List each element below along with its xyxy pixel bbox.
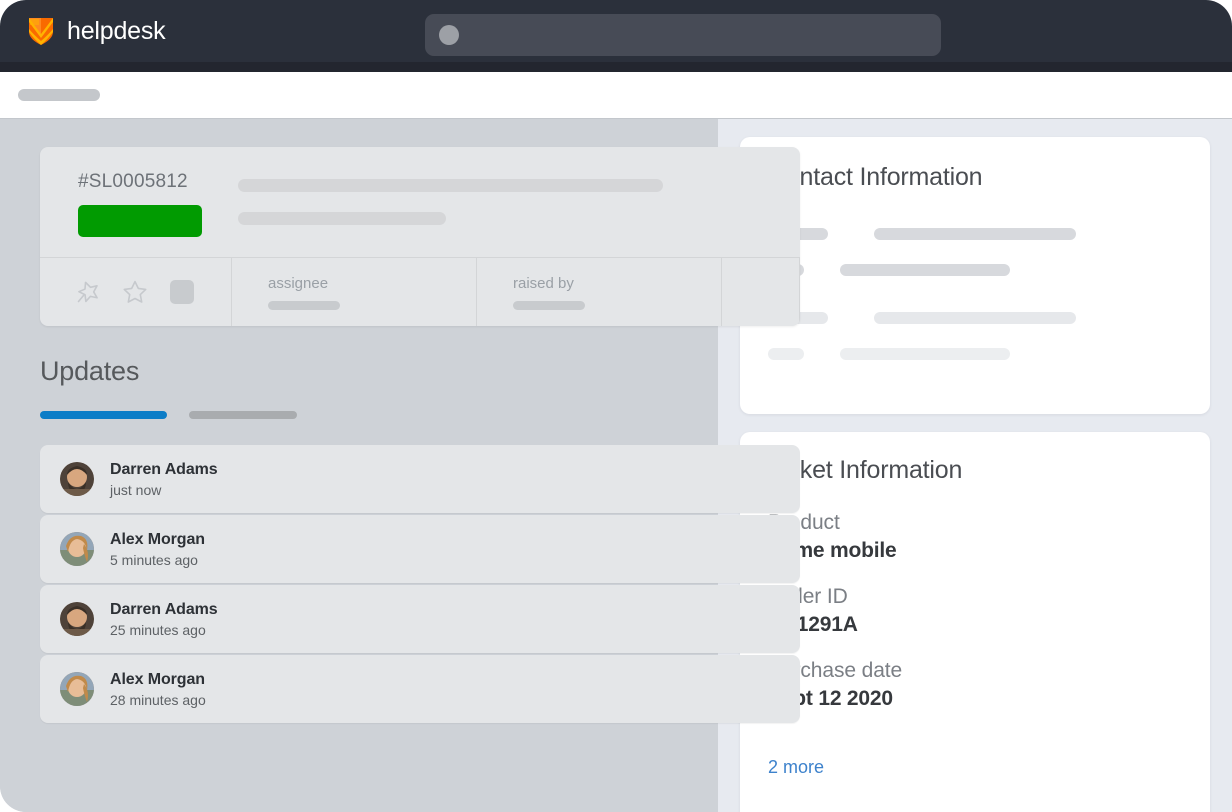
avatar <box>60 672 94 706</box>
field-label: Order ID <box>768 585 1182 609</box>
ticket-header-top: #SL0005812 <box>40 147 800 257</box>
field-label: Purchase date <box>768 659 1182 683</box>
ticket-action-icons <box>40 258 232 326</box>
contact-row <box>768 264 1182 276</box>
search-input[interactable] <box>425 14 941 56</box>
page-title: Updates <box>40 356 718 387</box>
fox-shield-logo-icon <box>26 16 56 46</box>
ticket-header-card: #SL0005812 <box>40 147 800 326</box>
update-timestamp: 28 minutes ago <box>110 692 206 708</box>
updates-tabs <box>40 411 718 419</box>
search-avatar-placeholder-icon <box>439 25 459 45</box>
raised-by-field[interactable]: raised by <box>477 258 722 326</box>
tab-updates-inactive[interactable] <box>189 411 297 419</box>
field-label: Product <box>768 511 1182 535</box>
contact-value-skeleton <box>840 264 1010 276</box>
ticket-field-order-id: Order ID BX1291A <box>768 585 1182 637</box>
avatar <box>60 532 94 566</box>
assignee-label: assignee <box>268 275 328 292</box>
contact-value-skeleton <box>840 348 1010 360</box>
avatar <box>60 602 94 636</box>
update-timestamp: 25 minutes ago <box>110 622 218 638</box>
ticket-field-purchase-date: Purchase date Sept 12 2020 <box>768 659 1182 711</box>
main-content-column: #SL0005812 <box>0 119 718 812</box>
update-timestamp: 5 minutes ago <box>110 552 205 568</box>
assignee-field[interactable]: assignee <box>232 258 477 326</box>
contact-information-panel: Contact Information <box>740 137 1210 414</box>
brand-name: helpdesk <box>67 17 165 46</box>
update-text: Darren Adams just now <box>110 461 218 498</box>
avatar <box>60 462 94 496</box>
raised-by-label: raised by <box>513 275 574 292</box>
contact-row <box>768 228 1182 240</box>
field-value: Sept 12 2020 <box>768 687 1182 711</box>
update-text: Darren Adams 25 minutes ago <box>110 601 218 638</box>
star-icon[interactable] <box>122 279 148 305</box>
update-timestamp: just now <box>110 482 218 498</box>
skeleton-line <box>238 212 446 225</box>
tab-updates-active[interactable] <box>40 411 167 419</box>
pin-icon[interactable] <box>74 279 100 305</box>
list-item[interactable]: Alex Morgan 5 minutes ago <box>40 515 800 583</box>
subheader-bar <box>0 72 1232 119</box>
brand[interactable]: helpdesk <box>26 16 165 46</box>
list-item[interactable]: Darren Adams 25 minutes ago <box>40 585 800 653</box>
ticket-title-skeleton <box>238 171 800 225</box>
list-item[interactable]: Alex Morgan 28 minutes ago <box>40 655 800 723</box>
skeleton-line <box>238 179 663 192</box>
square-placeholder-icon[interactable] <box>170 280 194 304</box>
page-body: #SL0005812 <box>0 119 1232 812</box>
status-badge[interactable] <box>78 205 202 237</box>
contact-value-skeleton <box>874 228 1076 240</box>
meta-overflow-cell <box>722 258 800 326</box>
show-more-link[interactable]: 2 more <box>768 757 824 778</box>
ticket-meta-row: assignee raised by <box>40 257 800 326</box>
assignee-value <box>268 301 340 310</box>
contact-value-skeleton <box>874 312 1076 324</box>
update-author: Alex Morgan <box>110 671 206 689</box>
field-value: Acme mobile <box>768 539 1182 563</box>
contact-row <box>768 348 1182 360</box>
ticket-panel-title: Ticket Information <box>768 456 1182 485</box>
app-frame-inner: helpdesk #SL0005812 <box>0 0 1232 812</box>
update-text: Alex Morgan 28 minutes ago <box>110 671 206 708</box>
contact-key-skeleton <box>768 348 804 360</box>
list-item[interactable]: Darren Adams just now <box>40 445 800 513</box>
raised-by-value <box>513 301 585 310</box>
app-window: helpdesk #SL0005812 <box>0 0 1232 812</box>
field-value: BX1291A <box>768 613 1182 637</box>
update-text: Alex Morgan 5 minutes ago <box>110 531 205 568</box>
ticket-field-product: Product Acme mobile <box>768 511 1182 563</box>
top-navigation-bar: helpdesk <box>0 0 1232 62</box>
update-author: Darren Adams <box>110 461 218 479</box>
breadcrumb[interactable] <box>18 89 100 101</box>
update-author: Alex Morgan <box>110 531 205 549</box>
update-author: Darren Adams <box>110 601 218 619</box>
updates-list: Darren Adams just now <box>40 445 800 723</box>
ticket-id: #SL0005812 <box>78 171 208 193</box>
ticket-id-block: #SL0005812 <box>78 171 208 237</box>
navbar-underline <box>0 62 1232 72</box>
contact-panel-title: Contact Information <box>768 163 1182 192</box>
ticket-information-panel: Ticket Information Product Acme mobile O… <box>740 432 1210 812</box>
contact-row <box>768 312 1182 324</box>
